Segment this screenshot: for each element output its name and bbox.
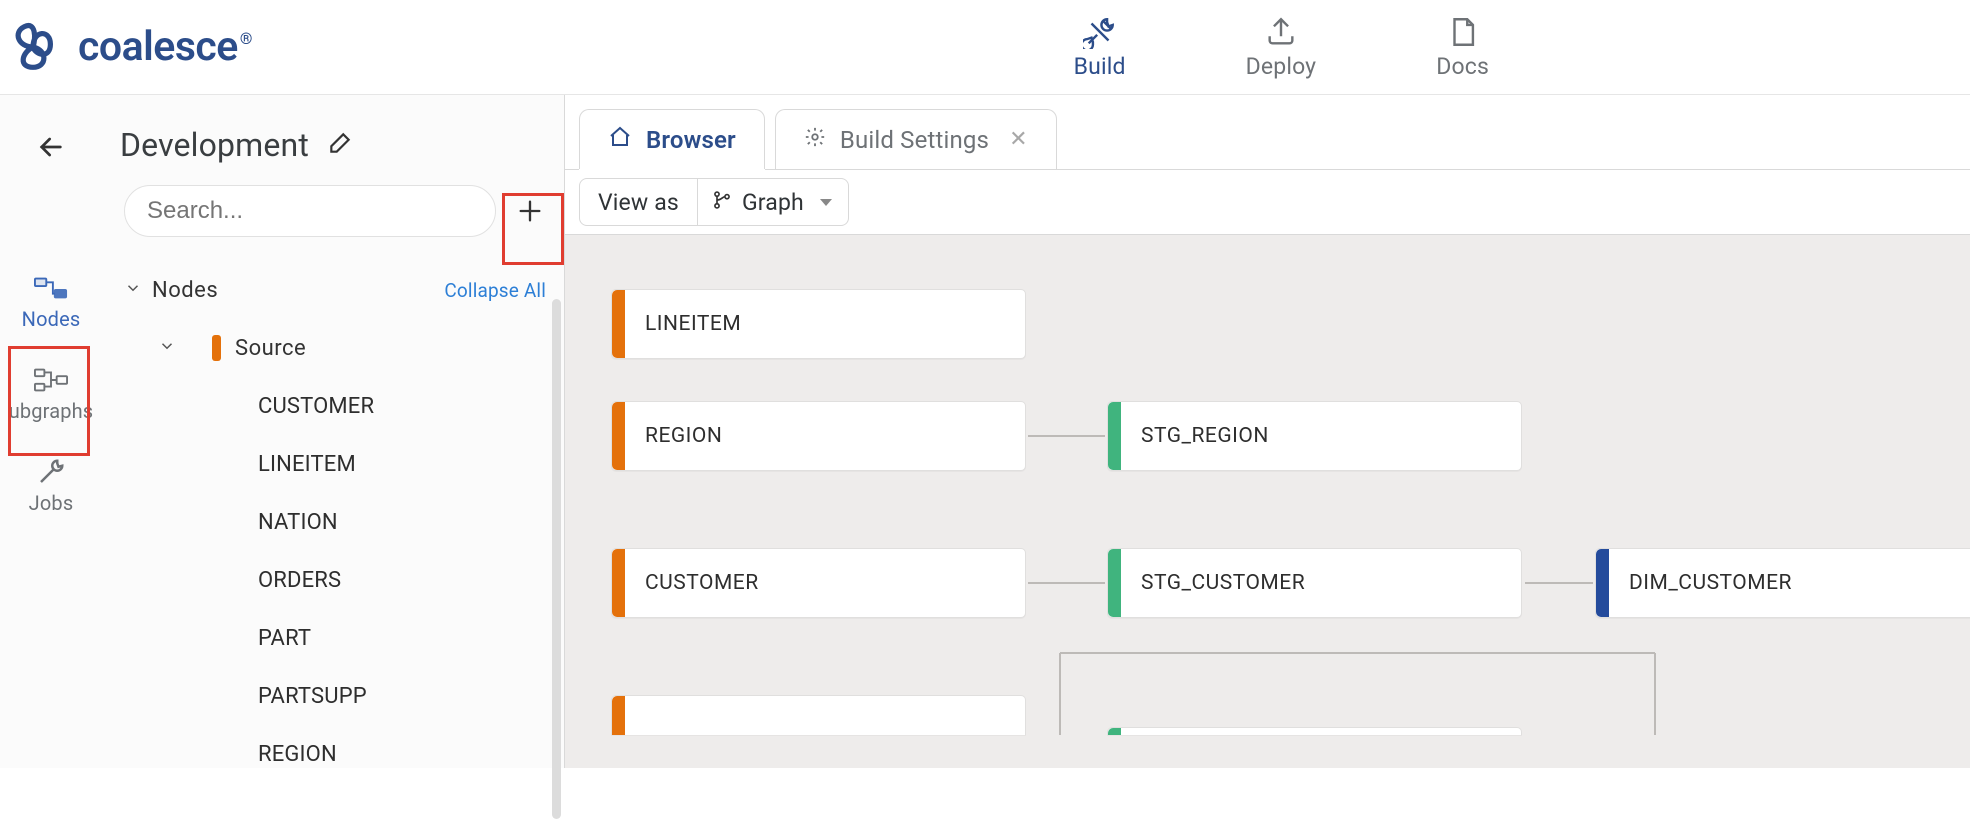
node-customer-label: CUSTOMER — [625, 571, 759, 595]
tree-item-partsupp[interactable]: PARTSUPP — [120, 667, 554, 725]
node-lineitem-label: LINEITEM — [625, 312, 741, 336]
node-partial-2[interactable] — [1107, 727, 1522, 735]
node-stg-region[interactable]: STG_REGION — [1107, 401, 1522, 471]
rail-subgraphs-label: ubgraphs — [9, 399, 94, 423]
tree-item-nation[interactable]: NATION — [120, 493, 554, 551]
tree-item-lineitem[interactable]: LINEITEM — [120, 435, 554, 493]
back-button[interactable] — [35, 131, 67, 167]
nav-docs-label: Docs — [1436, 53, 1489, 80]
rail-nodes[interactable]: Nodes — [22, 273, 81, 331]
home-icon — [608, 125, 632, 155]
tree-item-region[interactable]: REGION — [120, 725, 554, 768]
node-stg-region-label: STG_REGION — [1121, 424, 1269, 448]
viewas-value: Graph — [742, 189, 804, 216]
tab-browser-label: Browser — [646, 126, 736, 154]
rail-jobs-label: Jobs — [29, 491, 74, 515]
node-dim-customer[interactable]: DIM_CUSTOMER — [1595, 548, 1970, 618]
nav-docs[interactable]: Docs — [1436, 15, 1489, 80]
rail-subgraphs[interactable]: ubgraphs — [9, 365, 94, 423]
tree-root[interactable]: Nodes Collapse All — [120, 261, 554, 319]
nav-build-label: Build — [1074, 53, 1126, 80]
rail-jobs[interactable]: Jobs — [29, 457, 74, 515]
close-icon[interactable]: ✕ — [1009, 127, 1028, 152]
tab-build-settings[interactable]: Build Settings ✕ — [775, 109, 1057, 169]
node-partial-1[interactable] — [611, 695, 1026, 735]
brand-wordmark: coalesce® — [78, 23, 250, 71]
node-dim-customer-label: DIM_CUSTOMER — [1609, 571, 1792, 595]
add-button[interactable] — [506, 187, 554, 235]
tree-group-label: Source — [235, 336, 306, 361]
node-lineitem[interactable]: LINEITEM — [611, 289, 1026, 359]
nav-deploy-label: Deploy — [1246, 53, 1317, 80]
tree-item-part[interactable]: PART — [120, 609, 554, 667]
node-region-label: REGION — [625, 424, 722, 448]
tree-root-label: Nodes — [152, 278, 218, 303]
tree-item-customer[interactable]: CUSTOMER — [120, 377, 554, 435]
source-color-icon — [212, 335, 221, 361]
tab-browser[interactable]: Browser — [579, 109, 765, 169]
nav-build[interactable]: Build — [1074, 15, 1126, 80]
node-stg-customer[interactable]: STG_CUSTOMER — [1107, 548, 1522, 618]
collapse-all[interactable]: Collapse All — [444, 279, 546, 302]
rail-nodes-label: Nodes — [22, 307, 81, 331]
viewas-label: View as — [579, 178, 698, 226]
node-stg-customer-label: STG_CUSTOMER — [1121, 571, 1305, 595]
chevron-down-icon — [120, 278, 146, 303]
tab-settings-label: Build Settings — [840, 126, 989, 154]
branch-icon — [712, 189, 732, 216]
tree-item-orders[interactable]: ORDERS — [120, 551, 554, 609]
gear-icon — [804, 126, 826, 154]
chevron-down-icon — [154, 336, 180, 361]
node-region[interactable]: REGION — [611, 401, 1026, 471]
tree-group-source[interactable]: Source — [120, 319, 554, 377]
brand-logo-icon — [4, 18, 62, 76]
node-customer[interactable]: CUSTOMER — [611, 548, 1026, 618]
nav-deploy[interactable]: Deploy — [1246, 15, 1317, 80]
search-input[interactable] — [124, 185, 496, 237]
viewas-select[interactable]: Graph — [698, 178, 849, 226]
